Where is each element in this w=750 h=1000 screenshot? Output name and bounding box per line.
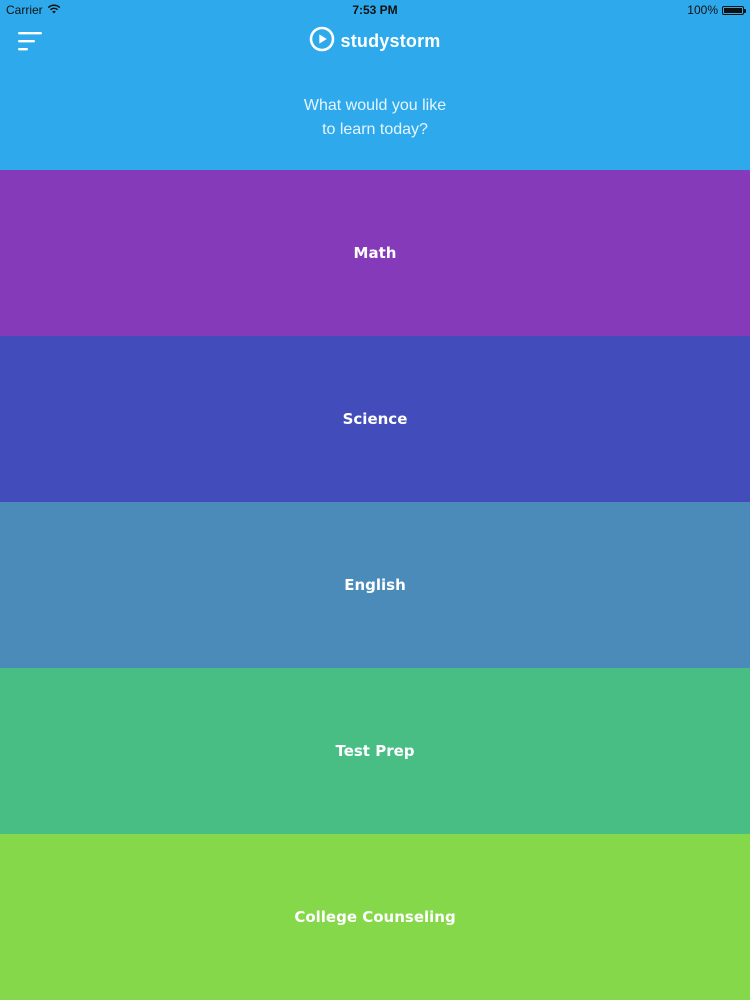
status-time: 7:53 PM: [352, 3, 398, 17]
battery-icon: [722, 5, 746, 15]
category-label: Test Prep: [335, 742, 415, 760]
status-right: 100%: [687, 3, 746, 17]
learn-prompt: What would you like to learn today?: [303, 97, 447, 138]
app-logo: studystorm: [0, 26, 750, 56]
header: studystorm What would you like to learn …: [0, 20, 750, 170]
category-label: College Counseling: [294, 908, 456, 926]
category-math[interactable]: Math: [0, 170, 750, 336]
category-list: Math Science English Test Prep College Couns…: [0, 170, 750, 1000]
status-bar: Carrier 7:53 PM 100%: [0, 0, 750, 20]
category-science[interactable]: Science: [0, 336, 750, 502]
category-english[interactable]: English: [0, 502, 750, 668]
category-label: Math: [353, 244, 397, 262]
category-college-counseling[interactable]: College Counseling: [0, 834, 750, 1000]
logo-text: studystorm: [340, 30, 441, 51]
category-test-prep[interactable]: Test Prep: [0, 668, 750, 834]
battery-fill: [724, 7, 742, 13]
play-circle-icon: [309, 26, 335, 56]
battery-percent: 100%: [687, 3, 718, 17]
app-screen: Carrier 7:53 PM 100% studystorm What wou…: [0, 0, 750, 1000]
category-label: Science: [342, 410, 408, 428]
category-label: English: [344, 576, 406, 594]
